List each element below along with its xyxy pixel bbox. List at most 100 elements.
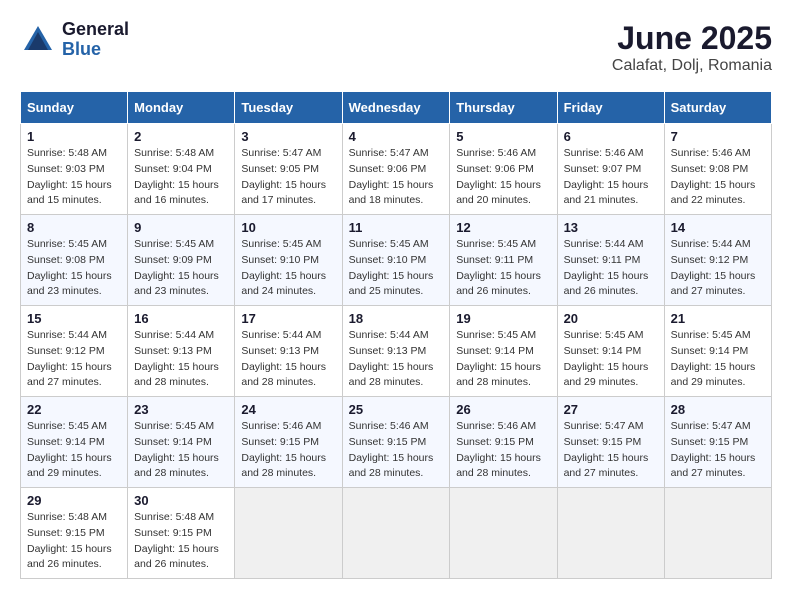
calendar-cell: 2Sunrise: 5:48 AMSunset: 9:04 PMDaylight… <box>128 124 235 215</box>
day-number: 16 <box>134 311 228 326</box>
week-row-1: 1 Sunrise: 5:48 AMSunset: 9:03 PMDaylight… <box>21 124 772 215</box>
calendar-cell: 22Sunrise: 5:45 AMSunset: 9:14 PMDayligh… <box>21 397 128 488</box>
weekday-header-row: SundayMondayTuesdayWednesdayThursdayFrid… <box>21 92 772 124</box>
day-number: 28 <box>671 402 765 417</box>
weekday-header-sunday: Sunday <box>21 92 128 124</box>
day-details: Sunrise: 5:46 AMSunset: 9:15 PMDaylight:… <box>349 419 444 482</box>
day-number: 26 <box>456 402 550 417</box>
day-number: 8 <box>27 220 121 235</box>
calendar-table: SundayMondayTuesdayWednesdayThursdayFrid… <box>20 91 772 579</box>
calendar-cell: 23 Sunrise: 5:45 AMSunset: 9:14 PMDayligh… <box>128 397 235 488</box>
day-number: 3 <box>241 129 335 144</box>
day-number: 6 <box>564 129 658 144</box>
calendar-cell <box>450 488 557 579</box>
day-details: Sunrise: 5:45 AMSunset: 9:14 PMDaylight:… <box>671 328 765 391</box>
day-details: Sunrise: 5:44 AMSunset: 9:12 PMDaylight:… <box>671 237 765 300</box>
weekday-header-monday: Monday <box>128 92 235 124</box>
day-details: Sunrise: 5:45 AMSunset: 9:10 PMDaylight:… <box>241 237 335 300</box>
day-number: 2 <box>134 129 228 144</box>
calendar-cell: 30Sunrise: 5:48 AMSunset: 9:15 PMDayligh… <box>128 488 235 579</box>
day-number: 1 <box>27 129 121 144</box>
day-details: Sunrise: 5:44 AMSunset: 9:11 PMDaylight:… <box>564 237 658 300</box>
calendar-cell: 25Sunrise: 5:46 AMSunset: 9:15 PMDayligh… <box>342 397 450 488</box>
title-area: June 2025 Calafat, Dolj, Romania <box>612 20 772 75</box>
weekday-header-wednesday: Wednesday <box>342 92 450 124</box>
calendar-cell: 9Sunrise: 5:45 AMSunset: 9:09 PMDaylight… <box>128 215 235 306</box>
calendar-cell: 16Sunrise: 5:44 AMSunset: 9:13 PMDayligh… <box>128 306 235 397</box>
calendar-cell <box>235 488 342 579</box>
day-number: 29 <box>27 493 121 508</box>
day-number: 14 <box>671 220 765 235</box>
day-details: Sunrise: 5:48 AMSunset: 9:15 PMDaylight:… <box>134 510 228 573</box>
header: General Blue June 2025 Calafat, Dolj, Ro… <box>20 20 772 75</box>
day-number: 18 <box>349 311 444 326</box>
day-details: Sunrise: 5:45 AMSunset: 9:10 PMDaylight:… <box>349 237 444 300</box>
day-details: Sunrise: 5:48 AMSunset: 9:15 PMDaylight:… <box>27 510 121 573</box>
day-number: 11 <box>349 220 444 235</box>
calendar-cell: 5 Sunrise: 5:46 AMSunset: 9:06 PMDaylight… <box>450 124 557 215</box>
logo-icon <box>20 22 56 58</box>
calendar-cell: 20 Sunrise: 5:45 AMSunset: 9:14 PMDayligh… <box>557 306 664 397</box>
calendar-cell: 13 Sunrise: 5:44 AMSunset: 9:11 PMDayligh… <box>557 215 664 306</box>
calendar-cell: 1 Sunrise: 5:48 AMSunset: 9:03 PMDaylight… <box>21 124 128 215</box>
day-number: 15 <box>27 311 121 326</box>
logo-text: General Blue <box>62 20 129 60</box>
day-number: 20 <box>564 311 658 326</box>
day-details: Sunrise: 5:45 AMSunset: 9:14 PMDaylight:… <box>134 419 228 482</box>
week-row-2: 8 Sunrise: 5:45 AMSunset: 9:08 PMDaylight… <box>21 215 772 306</box>
calendar-cell: 7 Sunrise: 5:46 AMSunset: 9:08 PMDaylight… <box>664 124 771 215</box>
calendar-cell: 14 Sunrise: 5:44 AMSunset: 9:12 PMDayligh… <box>664 215 771 306</box>
calendar-cell: 15Sunrise: 5:44 AMSunset: 9:12 PMDayligh… <box>21 306 128 397</box>
calendar-cell <box>342 488 450 579</box>
weekday-header-tuesday: Tuesday <box>235 92 342 124</box>
day-number: 23 <box>134 402 228 417</box>
week-row-5: 29 Sunrise: 5:48 AMSunset: 9:15 PMDayligh… <box>21 488 772 579</box>
day-details: Sunrise: 5:44 AMSunset: 9:13 PMDaylight:… <box>349 328 444 391</box>
week-row-3: 15Sunrise: 5:44 AMSunset: 9:12 PMDayligh… <box>21 306 772 397</box>
calendar-cell <box>557 488 664 579</box>
day-details: Sunrise: 5:46 AMSunset: 9:08 PMDaylight:… <box>671 146 765 209</box>
day-number: 5 <box>456 129 550 144</box>
day-details: Sunrise: 5:44 AMSunset: 9:13 PMDaylight:… <box>241 328 335 391</box>
day-details: Sunrise: 5:46 AMSunset: 9:15 PMDaylight:… <box>241 419 335 482</box>
day-number: 12 <box>456 220 550 235</box>
calendar-cell: 19 Sunrise: 5:45 AMSunset: 9:14 PMDayligh… <box>450 306 557 397</box>
calendar-cell: 11 Sunrise: 5:45 AMSunset: 9:10 PMDayligh… <box>342 215 450 306</box>
logo-blue-text: Blue <box>62 40 129 60</box>
calendar-cell: 26 Sunrise: 5:46 AMSunset: 9:15 PMDayligh… <box>450 397 557 488</box>
weekday-header-saturday: Saturday <box>664 92 771 124</box>
day-number: 9 <box>134 220 228 235</box>
day-details: Sunrise: 5:46 AMSunset: 9:15 PMDaylight:… <box>456 419 550 482</box>
day-details: Sunrise: 5:47 AMSunset: 9:06 PMDaylight:… <box>349 146 444 209</box>
weekday-header-friday: Friday <box>557 92 664 124</box>
calendar-cell: 3 Sunrise: 5:47 AMSunset: 9:05 PMDaylight… <box>235 124 342 215</box>
day-details: Sunrise: 5:45 AMSunset: 9:08 PMDaylight:… <box>27 237 121 300</box>
day-details: Sunrise: 5:48 AMSunset: 9:03 PMDaylight:… <box>27 146 121 209</box>
logo: General Blue <box>20 20 129 60</box>
day-details: Sunrise: 5:45 AMSunset: 9:14 PMDaylight:… <box>564 328 658 391</box>
day-details: Sunrise: 5:45 AMSunset: 9:14 PMDaylight:… <box>27 419 121 482</box>
day-details: Sunrise: 5:47 AMSunset: 9:15 PMDaylight:… <box>564 419 658 482</box>
day-details: Sunrise: 5:46 AMSunset: 9:06 PMDaylight:… <box>456 146 550 209</box>
day-details: Sunrise: 5:45 AMSunset: 9:14 PMDaylight:… <box>456 328 550 391</box>
calendar-cell: 4 Sunrise: 5:47 AMSunset: 9:06 PMDaylight… <box>342 124 450 215</box>
calendar-cell: 27 Sunrise: 5:47 AMSunset: 9:15 PMDayligh… <box>557 397 664 488</box>
day-details: Sunrise: 5:47 AMSunset: 9:05 PMDaylight:… <box>241 146 335 209</box>
day-number: 7 <box>671 129 765 144</box>
calendar-cell: 21Sunrise: 5:45 AMSunset: 9:14 PMDayligh… <box>664 306 771 397</box>
calendar-cell: 6 Sunrise: 5:46 AMSunset: 9:07 PMDaylight… <box>557 124 664 215</box>
day-number: 27 <box>564 402 658 417</box>
day-number: 4 <box>349 129 444 144</box>
calendar-cell: 12Sunrise: 5:45 AMSunset: 9:11 PMDayligh… <box>450 215 557 306</box>
month-title: June 2025 <box>612 20 772 57</box>
calendar-cell <box>664 488 771 579</box>
week-row-4: 22Sunrise: 5:45 AMSunset: 9:14 PMDayligh… <box>21 397 772 488</box>
calendar-cell: 10Sunrise: 5:45 AMSunset: 9:10 PMDayligh… <box>235 215 342 306</box>
calendar-cell: 17Sunrise: 5:44 AMSunset: 9:13 PMDayligh… <box>235 306 342 397</box>
day-details: Sunrise: 5:46 AMSunset: 9:07 PMDaylight:… <box>564 146 658 209</box>
day-number: 13 <box>564 220 658 235</box>
calendar-cell: 28Sunrise: 5:47 AMSunset: 9:15 PMDayligh… <box>664 397 771 488</box>
day-number: 24 <box>241 402 335 417</box>
day-number: 19 <box>456 311 550 326</box>
calendar-cell: 8 Sunrise: 5:45 AMSunset: 9:08 PMDaylight… <box>21 215 128 306</box>
